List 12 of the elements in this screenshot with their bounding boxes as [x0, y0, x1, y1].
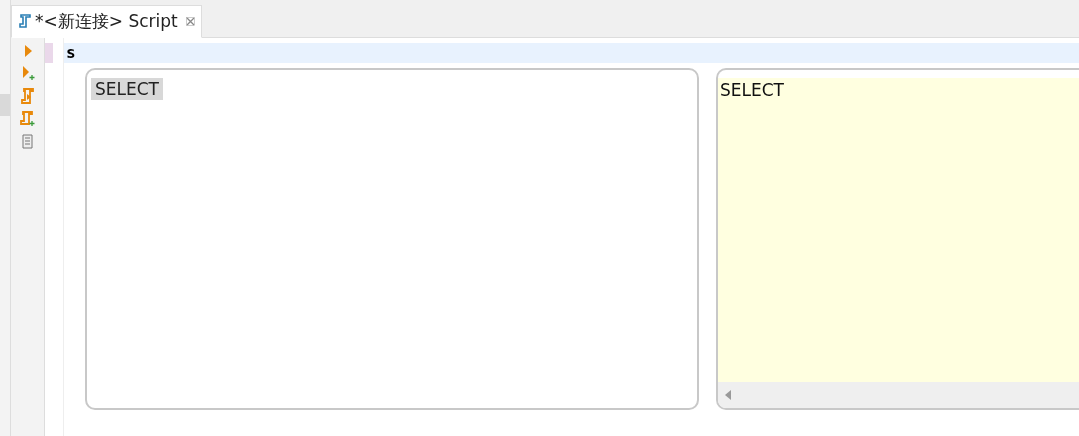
- script-tab[interactable]: *<新连接> Script: [11, 5, 202, 38]
- run-icon[interactable]: [22, 44, 33, 58]
- tab-title: *<新连接> Script: [35, 10, 178, 33]
- scroll-left-icon[interactable]: [724, 390, 732, 400]
- script-icon: [18, 14, 31, 29]
- doc-text: SELECT: [720, 80, 784, 100]
- run-script-icon[interactable]: [20, 88, 35, 104]
- close-icon[interactable]: [185, 17, 195, 26]
- document-icon[interactable]: [21, 134, 34, 149]
- run-new-tab-icon[interactable]: [20, 65, 35, 81]
- completion-item[interactable]: SELECT: [91, 78, 163, 100]
- run-script-new-icon[interactable]: [20, 111, 35, 127]
